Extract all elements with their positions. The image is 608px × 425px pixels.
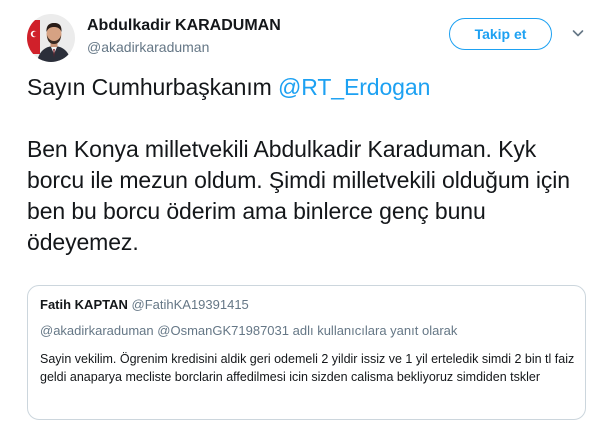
- tweet-text: Sayın Cumhurbaşkanım @RT_Erdogan Ben Kon…: [27, 72, 592, 258]
- reply-to-user-1[interactable]: @akadirkaraduman: [40, 323, 154, 338]
- reply-context: @akadirkaraduman @OsmanGK71987031 adlı k…: [40, 322, 573, 340]
- follow-button[interactable]: Takip et: [449, 18, 552, 50]
- mention-link[interactable]: @RT_Erdogan: [278, 74, 430, 100]
- quoted-tweet[interactable]: Fatih KAPTAN @FatihKA19391415 @akadirkar…: [27, 285, 586, 420]
- quoted-tweet-header: Fatih KAPTAN @FatihKA19391415: [40, 296, 573, 314]
- quoted-author-name: Fatih KAPTAN: [40, 297, 128, 312]
- author-name[interactable]: Abdulkadir KARADUMAN: [87, 17, 281, 35]
- tweet-paragraph-2: Ben Konya milletvekili Abdulkadir Karadu…: [27, 136, 570, 255]
- quoted-author-handle: @FatihKA19391415: [131, 297, 249, 312]
- tweet-card: Abdulkadir KARADUMAN @akadirkaraduman Ta…: [0, 0, 608, 425]
- reply-suffix: adlı kullanıcılara yanıt olarak: [289, 323, 458, 338]
- reply-to-user-2[interactable]: @OsmanGK71987031: [157, 323, 289, 338]
- tweet-paragraph-1: Sayın Cumhurbaşkanım @RT_Erdogan: [27, 72, 592, 103]
- profile-photo-icon: [27, 14, 75, 62]
- tweet-greeting: Sayın Cumhurbaşkanım: [27, 74, 279, 100]
- quoted-tweet-text: Sayin vekilim. Ögrenim kredisini aldik g…: [40, 352, 575, 384]
- avatar[interactable]: [27, 14, 75, 62]
- author-handle[interactable]: @akadirkaraduman: [87, 39, 209, 55]
- chevron-down-icon[interactable]: [570, 25, 586, 41]
